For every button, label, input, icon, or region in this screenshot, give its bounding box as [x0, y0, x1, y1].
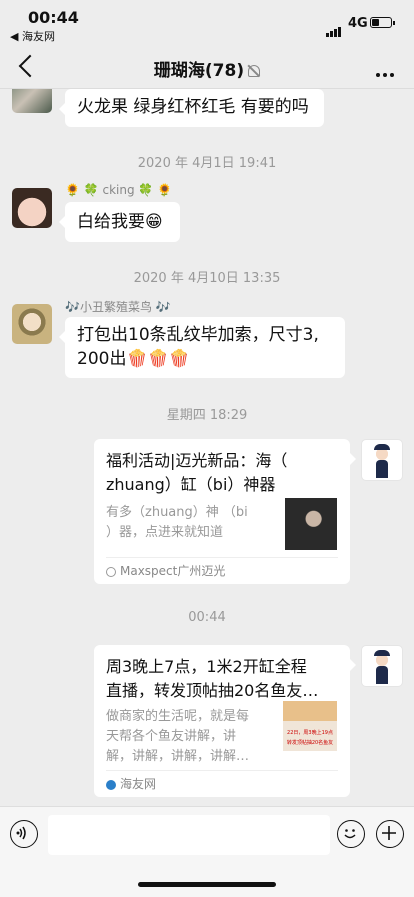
haiyou-logo-icon	[106, 779, 116, 790]
card-thumbnail	[285, 498, 337, 550]
card-desc-line: 做商家的生活呢，就是每	[106, 709, 250, 724]
emoji-icon[interactable]	[337, 820, 365, 848]
card-thumbnail: 22日，周3晚上19点 转发顶帖抽20名鱼友	[283, 701, 337, 751]
thumb-caption: 转发顶帖抽20名鱼友	[286, 740, 334, 746]
home-indicator[interactable]	[138, 882, 276, 887]
mute-bell-icon	[248, 65, 261, 77]
link-card[interactable]: 福利活动|迈光新品：海（ zhuang）缸（bi）神器 有多（zhuang）神 （…	[94, 439, 356, 584]
timestamp: 2020 年 4月1日 19:41	[137, 156, 277, 171]
card-description: 有多（zhuang）神 （bi ）器，点进来就知道	[106, 503, 266, 543]
group-name: 珊瑚海(78)	[153, 61, 245, 81]
message-bubble[interactable]: 打包出10条乱纹毕加索，尺寸3, 200出🍿🍿🍿	[59, 317, 345, 378]
timestamp: 2020 年 4月10日 13:35	[133, 271, 281, 286]
avatar[interactable]	[12, 304, 52, 344]
card-title-line: 周3晚上7点，1米2开缸全程	[106, 657, 307, 676]
card-source-label: Maxspect广州迈光	[120, 564, 226, 578]
card-title: 福利活动|迈光新品：海（ zhuang）缸（bi）神器	[106, 449, 338, 497]
status-bar: 00:44 ◀ 海友网 4G	[0, 0, 414, 44]
message-bubble[interactable]: 火龙果 绿身红杯红毛 有要的吗	[59, 89, 324, 127]
network-type: 4G	[348, 16, 368, 31]
plus-icon[interactable]	[376, 820, 404, 848]
message-bubble[interactable]: 白给我要😁	[59, 202, 180, 242]
sender-name: 🎶小丑繁殖菜鸟 🎶	[65, 300, 171, 314]
link-card[interactable]: 周3晚上7点，1米2开缸全程 直播，转发顶帖抽20名鱼友… 做商家的生活呢，就是每…	[94, 645, 356, 797]
status-time: 00:44	[28, 8, 79, 27]
avatar-self[interactable]	[361, 439, 403, 481]
card-title-line: 直播，转发顶帖抽20名鱼友…	[106, 681, 319, 700]
message-text: 火龙果 绿身红杯红毛 有要的吗	[77, 97, 309, 117]
card-source-label: 海友网	[120, 777, 157, 791]
battery-icon	[370, 17, 395, 28]
card-description: 做商家的生活呢，就是每 天帮各个鱼友讲解，讲 解，讲解，讲解，讲解…	[106, 707, 268, 767]
card-title-line: 福利活动|迈光新品：海（	[106, 451, 288, 470]
avatar-hat-icon	[374, 650, 390, 656]
avatar-figure-icon	[376, 666, 388, 684]
avatar-self[interactable]	[361, 645, 403, 687]
maxspect-logo-icon	[106, 566, 116, 577]
message-input[interactable]	[48, 815, 330, 855]
card-source: Maxspect广州迈光	[106, 557, 338, 584]
card-source: 海友网	[106, 770, 338, 797]
signal-icon	[326, 18, 342, 37]
card-desc-line: ）器，点进来就知道	[106, 525, 224, 540]
voice-input-icon[interactable]	[10, 820, 38, 848]
chat-header: 珊瑚海(78)	[0, 44, 414, 89]
thumb-caption: 22日，周3晚上19点	[287, 730, 333, 736]
chat-title: 珊瑚海(78)	[0, 56, 414, 81]
card-desc-line: 解，讲解，讲解，讲解…	[106, 749, 250, 764]
avatar-figure-icon	[376, 460, 388, 478]
message-text-line: 打包出10条乱纹毕加索，尺寸3,	[77, 325, 319, 345]
card-title: 周3晚上7点，1米2开缸全程 直播，转发顶帖抽20名鱼友…	[106, 655, 338, 703]
chat-messages[interactable]: 火龙果 绿身红杯红毛 有要的吗 2020 年 4月1日 19:41 🌻 🍀 ck…	[0, 89, 414, 806]
message-text-line: 200出🍿🍿🍿	[77, 349, 190, 369]
avatar[interactable]	[12, 89, 52, 113]
avatar-hat-icon	[374, 444, 390, 450]
sender-name: 🌻 🍀 cking 🍀 🌻	[65, 183, 173, 197]
card-desc-line: 天帮各个鱼友讲解，讲	[106, 729, 237, 744]
timestamp: 星期四 18:29	[166, 408, 248, 423]
card-title-line: zhuang）缸（bi）神器	[106, 475, 276, 494]
avatar[interactable]	[12, 188, 52, 228]
more-options-icon[interactable]	[373, 62, 394, 81]
back-to-app-link[interactable]: ◀ 海友网	[10, 28, 55, 44]
card-desc-line: 有多（zhuang）神 （bi	[106, 505, 248, 520]
message-text: 白给我要😁	[77, 212, 163, 232]
timestamp: 00:44	[188, 610, 226, 625]
